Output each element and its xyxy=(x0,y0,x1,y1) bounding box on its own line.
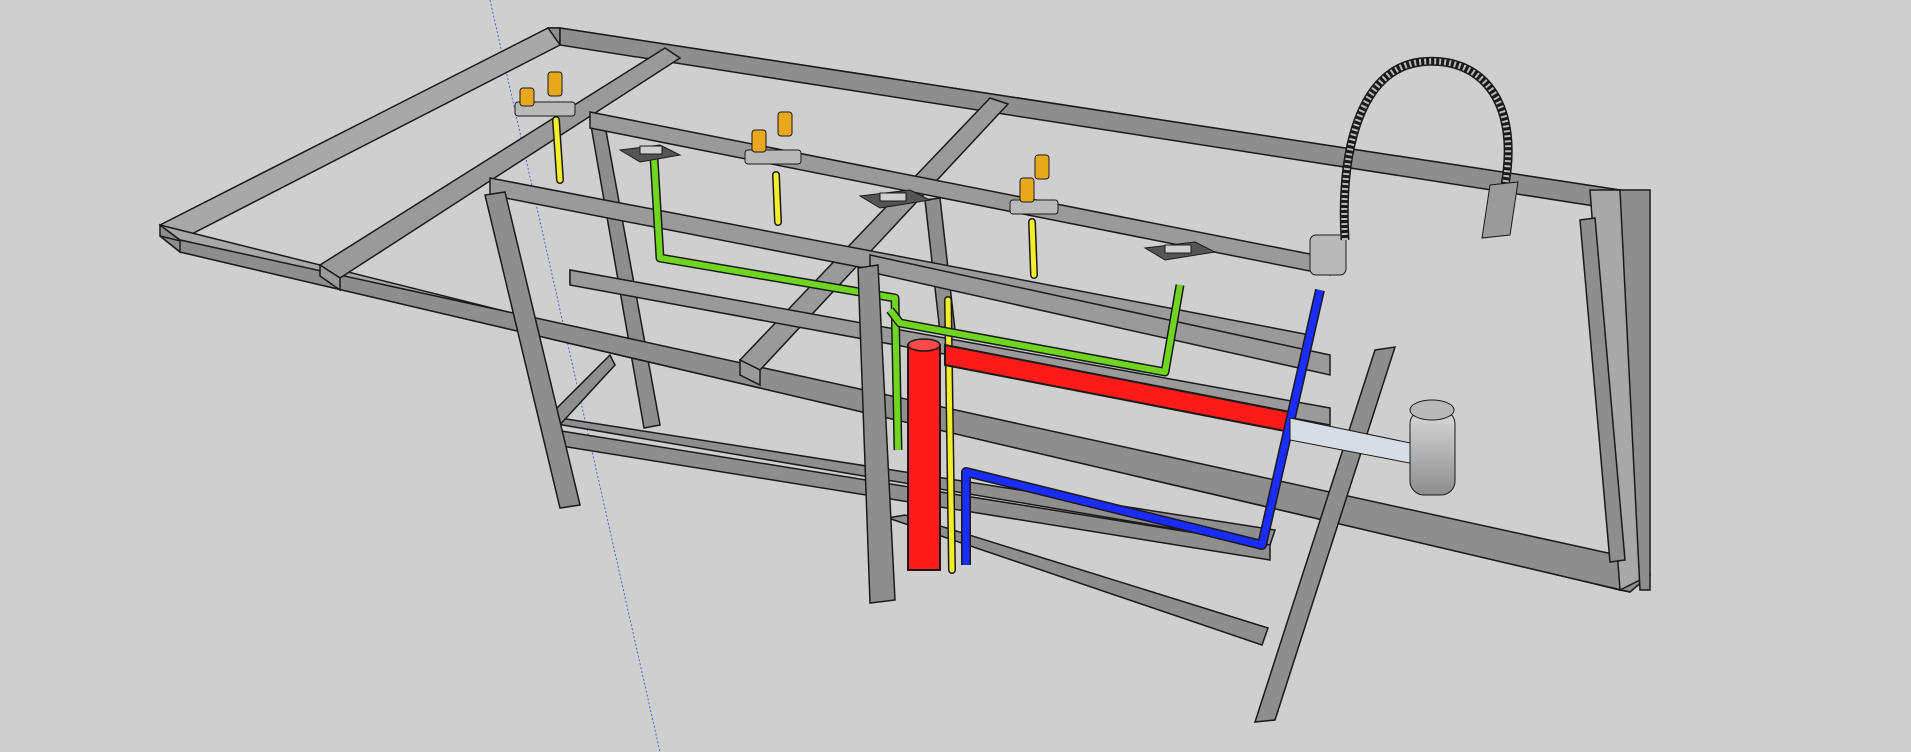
gas-valve-icon[interactable] xyxy=(514,71,576,117)
gas-valve-icon[interactable] xyxy=(1009,154,1059,215)
top-frame[interactable] xyxy=(158,27,1651,593)
gas-valve-icon[interactable] xyxy=(744,111,802,165)
3d-model-viewport[interactable] xyxy=(0,0,1911,752)
cross-members[interactable] xyxy=(318,47,1331,426)
table-frame-model[interactable] xyxy=(0,0,1911,752)
electrical-outlet-icon[interactable] xyxy=(618,144,682,163)
